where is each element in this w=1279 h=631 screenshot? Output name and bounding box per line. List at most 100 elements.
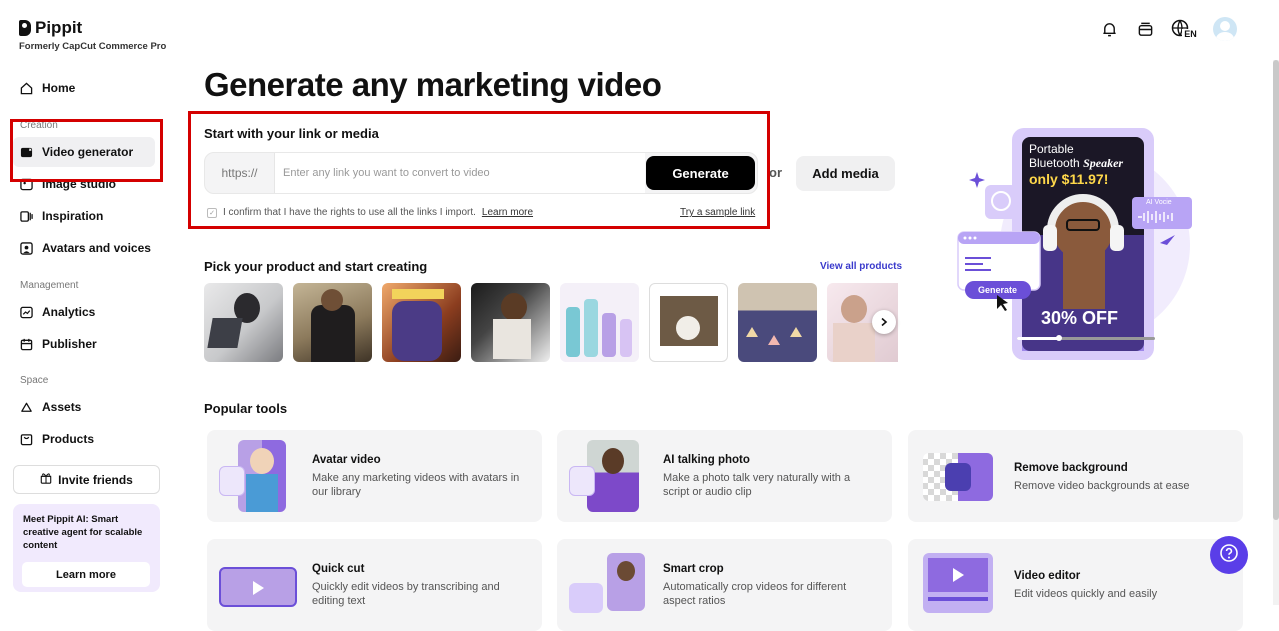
view-all-products-link[interactable]: View all products [820,261,902,272]
help-button[interactable] [1210,536,1248,574]
product-thumbnail[interactable] [471,283,550,362]
tool-title: Video editor [1014,570,1081,582]
tool-description: Edit videos quickly and easily [1014,588,1158,600]
question-icon [1219,543,1239,568]
chevron-right-icon [879,315,889,330]
sidebar-item-video-generator[interactable]: Video generator [13,137,155,167]
sidebar-item-assets[interactable]: Assets [13,392,155,422]
bell-icon[interactable] [1099,19,1119,39]
section-label-creation: Creation [20,120,58,131]
hero-discount: 30% OFF [1041,308,1119,328]
inbox-icon[interactable] [1135,19,1155,39]
sidebar-item-home[interactable]: Home [13,73,155,103]
smart-crop-thumbnail [607,553,645,611]
tool-title: Smart crop [663,563,724,575]
sidebar-item-image-studio[interactable]: Image studio [13,169,155,199]
analytics-icon [20,306,33,319]
calendar-icon [20,338,33,351]
or-label: or [769,165,782,180]
hero-line1: Portable [1029,142,1074,156]
sidebar-item-label: Image studio [42,177,117,191]
tool-card-video-editor[interactable]: Video editor Edit videos quickly and eas… [908,539,1243,631]
link-section-title: Start with your link or media [204,126,379,141]
sidebar-item-label: Inspiration [42,209,104,223]
pippit-logo-icon [19,20,31,36]
product-thumbnail[interactable] [649,283,728,362]
tool-card-smart-crop[interactable]: Smart crop Automatically crop videos for… [557,539,892,631]
bag-icon [20,433,33,446]
try-sample-link[interactable]: Try a sample link [680,207,755,218]
tool-card-remove-background[interactable]: Remove background Remove video backgroun… [908,430,1243,522]
tool-description: Make any marketing videos with avatars i… [312,472,520,498]
sidebar-item-label: Publisher [42,337,97,351]
cloud-icon [20,401,33,414]
page-title: Generate any marketing video [204,66,662,103]
scrollbar-thumb[interactable] [1273,60,1279,520]
hero-line2b: Speaker [1083,156,1124,170]
sidebar-item-label: Video generator [42,145,134,159]
learn-more-link[interactable]: Learn more [482,207,533,218]
avatar-small-thumbnail [219,466,245,496]
sidebar-item-publisher[interactable]: Publisher [13,329,155,359]
remove-bg-thumbnail [923,453,993,501]
sidebar-item-inspiration[interactable]: Inspiration [13,201,155,231]
avatar[interactable] [1213,17,1237,41]
hero-generate: Generate [978,285,1018,295]
header-actions: EN [1099,17,1237,41]
sidebar-item-label: Analytics [42,305,96,319]
tool-card-avatar-video[interactable]: Avatar video Make any marketing videos w… [207,430,542,522]
product-thumbnail[interactable] [560,283,639,362]
gift-icon [40,472,52,487]
avatars-icon [20,241,33,255]
video-generator-icon [20,146,33,159]
hero-line2-wrap: Bluetooth Speaker [1029,156,1123,171]
tool-description: Quickly edit videos by transcribing and … [312,581,500,607]
promo-text: Meet Pippit AI: Smart creative agent for… [23,514,143,551]
product-thumbnail[interactable] [382,283,461,362]
tool-title: Remove background [1014,462,1128,474]
sidebar-item-label: Assets [42,400,82,414]
sidebar-item-analytics[interactable]: Analytics [13,297,155,327]
section-label-space: Space [20,375,49,386]
video-editor-thumbnail [923,553,993,613]
language-globe-icon[interactable]: EN [1171,19,1197,39]
tool-title: Quick cut [312,563,365,575]
link-input-box: https:// Generate [204,152,758,194]
brand-logo[interactable]: Pippit [19,18,82,38]
tool-description: Automatically crop videos for different … [663,581,847,607]
home-icon [20,82,33,95]
confirm-text: I confirm that I have the rights to use … [223,207,476,218]
link-input[interactable] [275,153,645,193]
avatar-video-thumbnail [238,440,286,512]
product-thumbnail[interactable] [738,283,817,362]
sidebar-item-products[interactable]: Products [13,424,155,454]
brand-name: Pippit [35,18,83,37]
tool-description: Remove video backgrounds at ease [1014,480,1190,492]
tool-title: AI talking photo [663,454,750,466]
invite-friends-button[interactable]: Invite friends [13,465,160,494]
product-thumbnail[interactable] [293,283,372,362]
confirm-checkbox[interactable]: ✓ [207,207,217,218]
product-thumbnails [204,283,898,362]
sidebar: Pippit Formerly CapCut Commerce Pro Home… [0,0,172,605]
section-label-management: Management [20,280,79,291]
sidebar-item-avatars-and-voices[interactable]: Avatars and voices [13,233,155,263]
learn-more-button[interactable]: Learn more [22,562,150,587]
quick-cut-thumbnail [219,567,297,607]
popular-tools-title: Popular tools [204,401,288,416]
brand-subtitle: Formerly CapCut Commerce Pro [19,41,167,52]
language-code: EN [1184,28,1197,39]
tool-card-ai-talking-photo[interactable]: AI talking photo Make a photo talk very … [557,430,892,522]
add-media-button[interactable]: Add media [796,156,895,191]
inspiration-icon [20,210,33,223]
talking-photo-small-thumbnail [569,466,595,496]
tool-card-quick-cut[interactable]: Quick cut Quickly edit videos by transcr… [207,539,542,631]
hero-ai-voice: AI Vocie [1146,199,1172,206]
smart-crop-small-thumbnail [569,583,603,613]
invite-label: Invite friends [58,472,133,487]
image-studio-icon [20,178,33,191]
generate-button[interactable]: Generate [646,156,755,190]
hero-price: only $11.97! [1029,171,1109,187]
carousel-next-button[interactable] [872,310,896,334]
product-thumbnail[interactable] [204,283,283,362]
